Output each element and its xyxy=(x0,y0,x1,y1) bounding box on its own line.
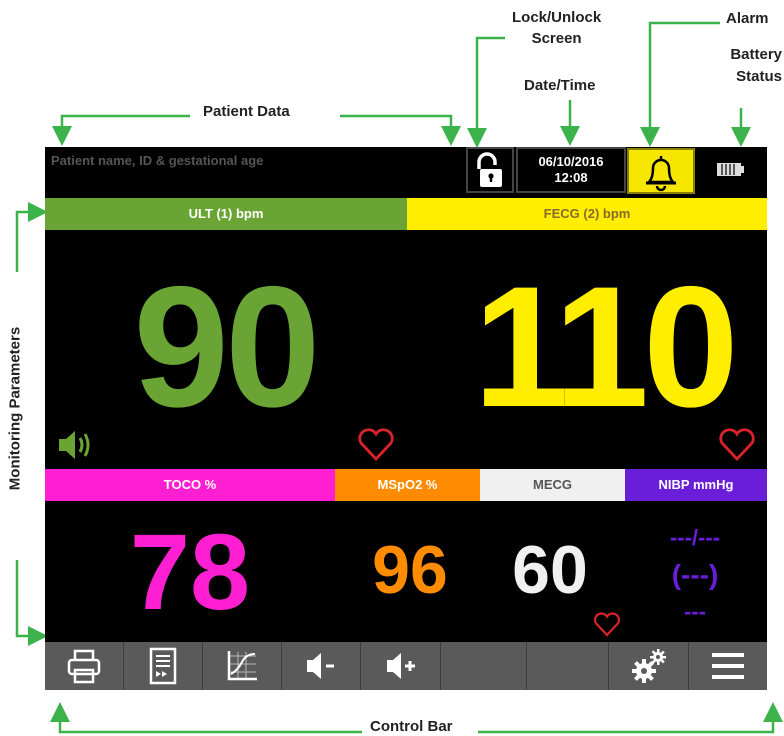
arrow-monitoring-top xyxy=(15,202,48,272)
alarm-button[interactable] xyxy=(627,148,695,194)
battery-full-icon xyxy=(717,163,744,176)
volume-up-icon xyxy=(386,653,415,679)
arrow-monitoring-bottom xyxy=(15,560,48,646)
date-text: 06/10/2016 xyxy=(538,154,604,169)
callout-patient-data: Patient Data xyxy=(203,103,290,120)
heart-icon-ult xyxy=(358,428,394,462)
volume-down-button[interactable] xyxy=(282,642,361,690)
callout-lock-unlock: Lock/Unlock Screen xyxy=(512,7,601,49)
toco-value: 78 xyxy=(129,511,251,632)
arrow-control-right xyxy=(478,702,783,734)
callout-lock-unlock-line1: Lock/Unlock xyxy=(512,9,602,26)
monitor-screen: Patient name, ID & gestational age 06/10… xyxy=(45,147,767,690)
mecg-value: 60 xyxy=(512,532,588,608)
arrow-lock xyxy=(467,36,505,148)
unlocked-padlock-icon xyxy=(477,152,502,187)
print-icon xyxy=(67,649,101,684)
volume-down-icon xyxy=(307,653,334,679)
trend-graph-icon xyxy=(227,651,257,681)
menu-icon xyxy=(712,653,744,679)
ult-header: ULT (1) bpm xyxy=(45,198,407,230)
bell-icon xyxy=(645,156,677,192)
arrow-alarm xyxy=(640,21,720,147)
trend-graph-button[interactable] xyxy=(203,642,282,690)
callout-lock-unlock-line2: Screen xyxy=(531,30,582,47)
report-button[interactable] xyxy=(124,642,203,690)
toco-header: TOCO % xyxy=(45,469,335,501)
battery-status xyxy=(700,147,765,193)
callout-alarm: Alarm xyxy=(726,10,769,27)
print-button[interactable] xyxy=(45,642,124,690)
arrow-patient-right xyxy=(340,114,461,146)
report-icon xyxy=(149,647,177,685)
callout-battery-line1: Battery xyxy=(730,46,782,63)
arrow-control-left xyxy=(50,702,362,734)
volume-up-button[interactable] xyxy=(361,642,441,690)
time-text: 12:08 xyxy=(554,170,588,185)
callout-battery-status: Battery Status xyxy=(718,44,782,88)
settings-gears-icon xyxy=(631,649,666,683)
callout-monitoring-parameters: Monitoring Parameters xyxy=(6,326,24,491)
control-bar xyxy=(45,642,767,690)
nibp-header: NIBP mmHg xyxy=(625,469,767,501)
mspo2-value: 96 xyxy=(372,532,448,608)
lock-unlock-button[interactable] xyxy=(466,147,514,193)
speaker-icon[interactable] xyxy=(57,425,101,465)
mspo2-header: MSpO2 % xyxy=(335,469,480,501)
control-slot-empty-1[interactable] xyxy=(441,642,527,690)
callout-battery-line2: Status xyxy=(736,68,782,85)
top-bar: Patient name, ID & gestational age 06/10… xyxy=(45,147,767,196)
control-slot-empty-2[interactable] xyxy=(527,642,609,690)
heart-icon-fecg xyxy=(719,428,755,462)
fecg-value: 110 xyxy=(473,251,738,443)
callout-date-time: Date/Time xyxy=(524,77,596,94)
nibp-pulse: --- xyxy=(684,599,706,624)
ult-value: 90 xyxy=(133,251,320,443)
nibp-mean: (---) xyxy=(671,559,719,590)
arrow-patient-left xyxy=(52,114,190,146)
menu-button[interactable] xyxy=(689,642,767,690)
fecg-header: FECG (2) bpm xyxy=(407,198,767,230)
date-time-display[interactable]: 06/10/2016 12:08 xyxy=(516,147,626,193)
mecg-header: MECG xyxy=(480,469,625,501)
nibp-systolic-diastolic: ---/--- xyxy=(669,525,721,550)
settings-button[interactable] xyxy=(609,642,689,690)
heart-icon-mecg xyxy=(593,612,621,637)
callout-control-bar: Control Bar xyxy=(370,718,453,735)
patient-info-field[interactable]: Patient name, ID & gestational age xyxy=(51,153,263,168)
